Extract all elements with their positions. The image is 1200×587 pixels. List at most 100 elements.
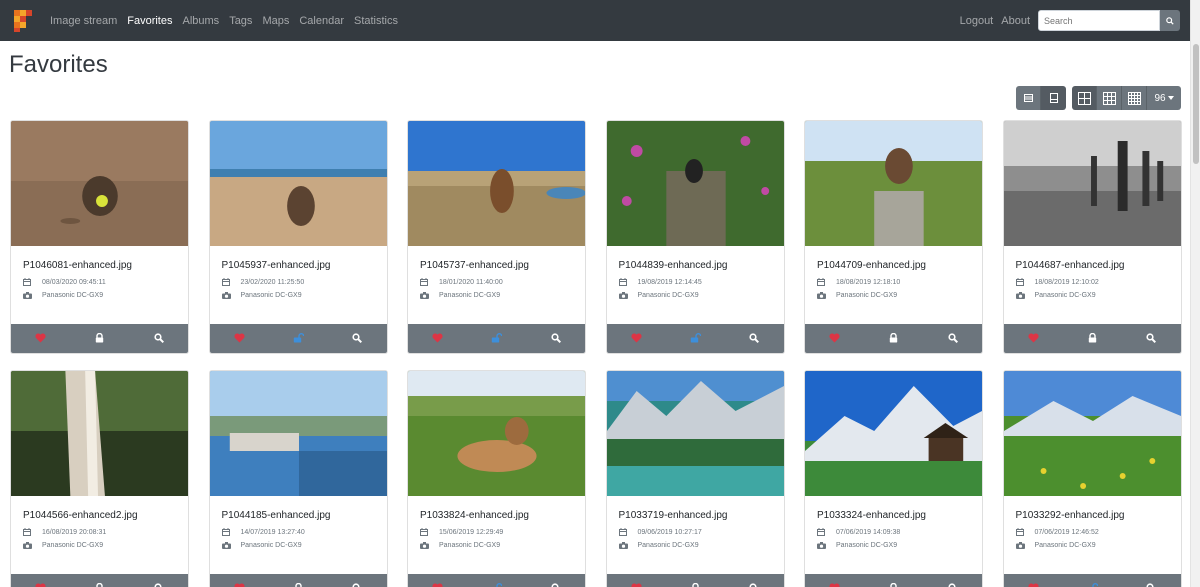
photo-filename[interactable]: P1044566-enhanced2.jpg (23, 510, 176, 521)
logout-link[interactable]: Logout (960, 15, 994, 27)
view-details-button[interactable] (1122, 324, 1181, 353)
card-body: P1033719-enhanced.jpg 09/06/2019 10:27:17… (607, 496, 784, 576)
scrollbar-thumb[interactable] (1193, 44, 1199, 164)
favorite-button[interactable] (210, 574, 269, 587)
photo-camera-row: Panasonic DC-GX9 (817, 292, 970, 299)
photo-thumbnail[interactable] (805, 371, 982, 496)
photo-grid: P1046081-enhanced.jpg 08/03/2020 09:45:11… (10, 120, 1182, 587)
view-details-button[interactable] (923, 324, 982, 353)
photo-thumbnail[interactable] (606, 371, 784, 496)
photo-date-row: 07/06/2019 12:46:52 (1015, 528, 1169, 536)
favorite-button[interactable] (408, 324, 467, 353)
privacy-toggle-button[interactable] (70, 324, 129, 353)
nav-link-albums[interactable]: Albums (183, 15, 220, 27)
main-nav: Image stream Favorites Albums Tags Maps Calen… (50, 15, 408, 27)
app-logo-icon[interactable] (14, 9, 32, 32)
page-scrollbar[interactable] (1190, 0, 1200, 587)
card-body: P1033824-enhanced.jpg 15/06/2019 12:29:49… (408, 496, 585, 576)
favorite-button[interactable] (1004, 324, 1063, 353)
privacy-toggle-button[interactable] (666, 324, 725, 353)
favorite-button[interactable] (805, 574, 864, 587)
view-details-button[interactable] (526, 574, 585, 587)
card-view-button[interactable] (1041, 86, 1066, 110)
photo-filename[interactable]: P1046081-enhanced.jpg (23, 260, 176, 271)
heart-icon (630, 330, 642, 348)
view-details-button[interactable] (526, 324, 585, 353)
photo-thumbnail[interactable] (606, 121, 784, 246)
photo-filename[interactable]: P1044687-enhanced.jpg (1016, 260, 1169, 271)
photo-thumbnail[interactable] (209, 371, 387, 496)
favorite-button[interactable] (805, 324, 864, 353)
photo-filename[interactable]: P1045937-enhanced.jpg (222, 260, 375, 271)
photo-filename[interactable]: P1044709-enhanced.jpg (817, 260, 970, 271)
favorite-button[interactable] (11, 574, 70, 587)
view-details-button[interactable] (129, 574, 188, 587)
nav-link-favorites[interactable]: Favorites (127, 15, 172, 27)
grid-large-button[interactable] (1072, 86, 1097, 110)
privacy-toggle-button[interactable] (1063, 324, 1122, 353)
photo-date-row: 18/08/2019 12:10:02 (1015, 278, 1169, 286)
privacy-toggle-button[interactable] (666, 574, 725, 587)
view-details-button[interactable] (1122, 574, 1181, 587)
nav-link-calendar[interactable]: Calendar (299, 15, 344, 27)
photo-filename[interactable]: P1033292-enhanced.jpg (1016, 510, 1169, 521)
favorite-button[interactable] (607, 574, 666, 587)
privacy-toggle-button[interactable] (269, 574, 328, 587)
photo-thumbnail[interactable] (11, 121, 188, 246)
photo-thumbnail[interactable] (1003, 121, 1181, 246)
list-view-button[interactable] (1016, 86, 1041, 110)
photo-camera-row: Panasonic DC-GX9 (618, 292, 772, 299)
view-details-button[interactable] (725, 574, 784, 587)
search-button[interactable] (1160, 10, 1180, 31)
photo-filename[interactable]: P1045737-enhanced.jpg (420, 260, 573, 271)
photo-filename[interactable]: P1044839-enhanced.jpg (619, 260, 772, 271)
photo-date: 07/06/2019 12:46:52 (1034, 528, 1099, 536)
grid-medium-button[interactable] (1097, 86, 1122, 110)
photo-thumbnail[interactable] (805, 121, 982, 246)
privacy-toggle-button[interactable] (70, 574, 129, 587)
favorite-button[interactable] (607, 324, 666, 353)
photo-camera: Panasonic DC-GX9 (637, 292, 699, 299)
photo-thumbnail[interactable] (1003, 371, 1181, 496)
view-details-button[interactable] (923, 574, 982, 587)
lock-icon (294, 580, 303, 587)
photo-filename[interactable]: P1033719-enhanced.jpg (619, 510, 772, 521)
privacy-toggle-button[interactable] (467, 574, 526, 587)
calendar-icon (618, 528, 629, 536)
per-page-dropdown[interactable]: 96 (1147, 86, 1181, 110)
photo-thumbnail[interactable] (408, 121, 585, 246)
nav-link-maps[interactable]: Maps (262, 15, 289, 27)
photo-filename[interactable]: P1033324-enhanced.jpg (817, 510, 970, 521)
photo-filename[interactable]: P1033824-enhanced.jpg (420, 510, 573, 521)
privacy-toggle-button[interactable] (864, 574, 923, 587)
favorite-button[interactable] (408, 574, 467, 587)
photo-filename[interactable]: P1044185-enhanced.jpg (222, 510, 375, 521)
nav-link-statistics[interactable]: Statistics (354, 15, 398, 27)
nav-link-image-stream[interactable]: Image stream (50, 15, 117, 27)
lock-icon (95, 580, 104, 587)
favorite-button[interactable] (1004, 574, 1063, 587)
photo-camera-row: Panasonic DC-GX9 (817, 542, 970, 549)
view-details-button[interactable] (328, 574, 387, 587)
search-input[interactable] (1038, 10, 1160, 31)
search-form (1038, 10, 1180, 31)
privacy-toggle-button[interactable] (864, 324, 923, 353)
privacy-toggle-button[interactable] (269, 324, 328, 353)
photo-thumbnail[interactable] (11, 371, 188, 496)
calendar-icon (23, 278, 33, 286)
privacy-toggle-button[interactable] (1063, 574, 1122, 587)
card-actions (209, 324, 387, 353)
view-details-button[interactable] (328, 324, 387, 353)
photo-thumbnail[interactable] (408, 371, 585, 496)
view-details-button[interactable] (725, 324, 784, 353)
grid-small-button[interactable] (1122, 86, 1147, 110)
unlock-icon (1087, 580, 1098, 587)
nav-link-tags[interactable]: Tags (229, 15, 252, 27)
photo-thumbnail[interactable] (209, 121, 387, 246)
about-link[interactable]: About (1001, 15, 1030, 27)
view-details-button[interactable] (129, 324, 188, 353)
card-actions (1003, 324, 1181, 353)
privacy-toggle-button[interactable] (467, 324, 526, 353)
favorite-button[interactable] (210, 324, 269, 353)
favorite-button[interactable] (11, 324, 70, 353)
